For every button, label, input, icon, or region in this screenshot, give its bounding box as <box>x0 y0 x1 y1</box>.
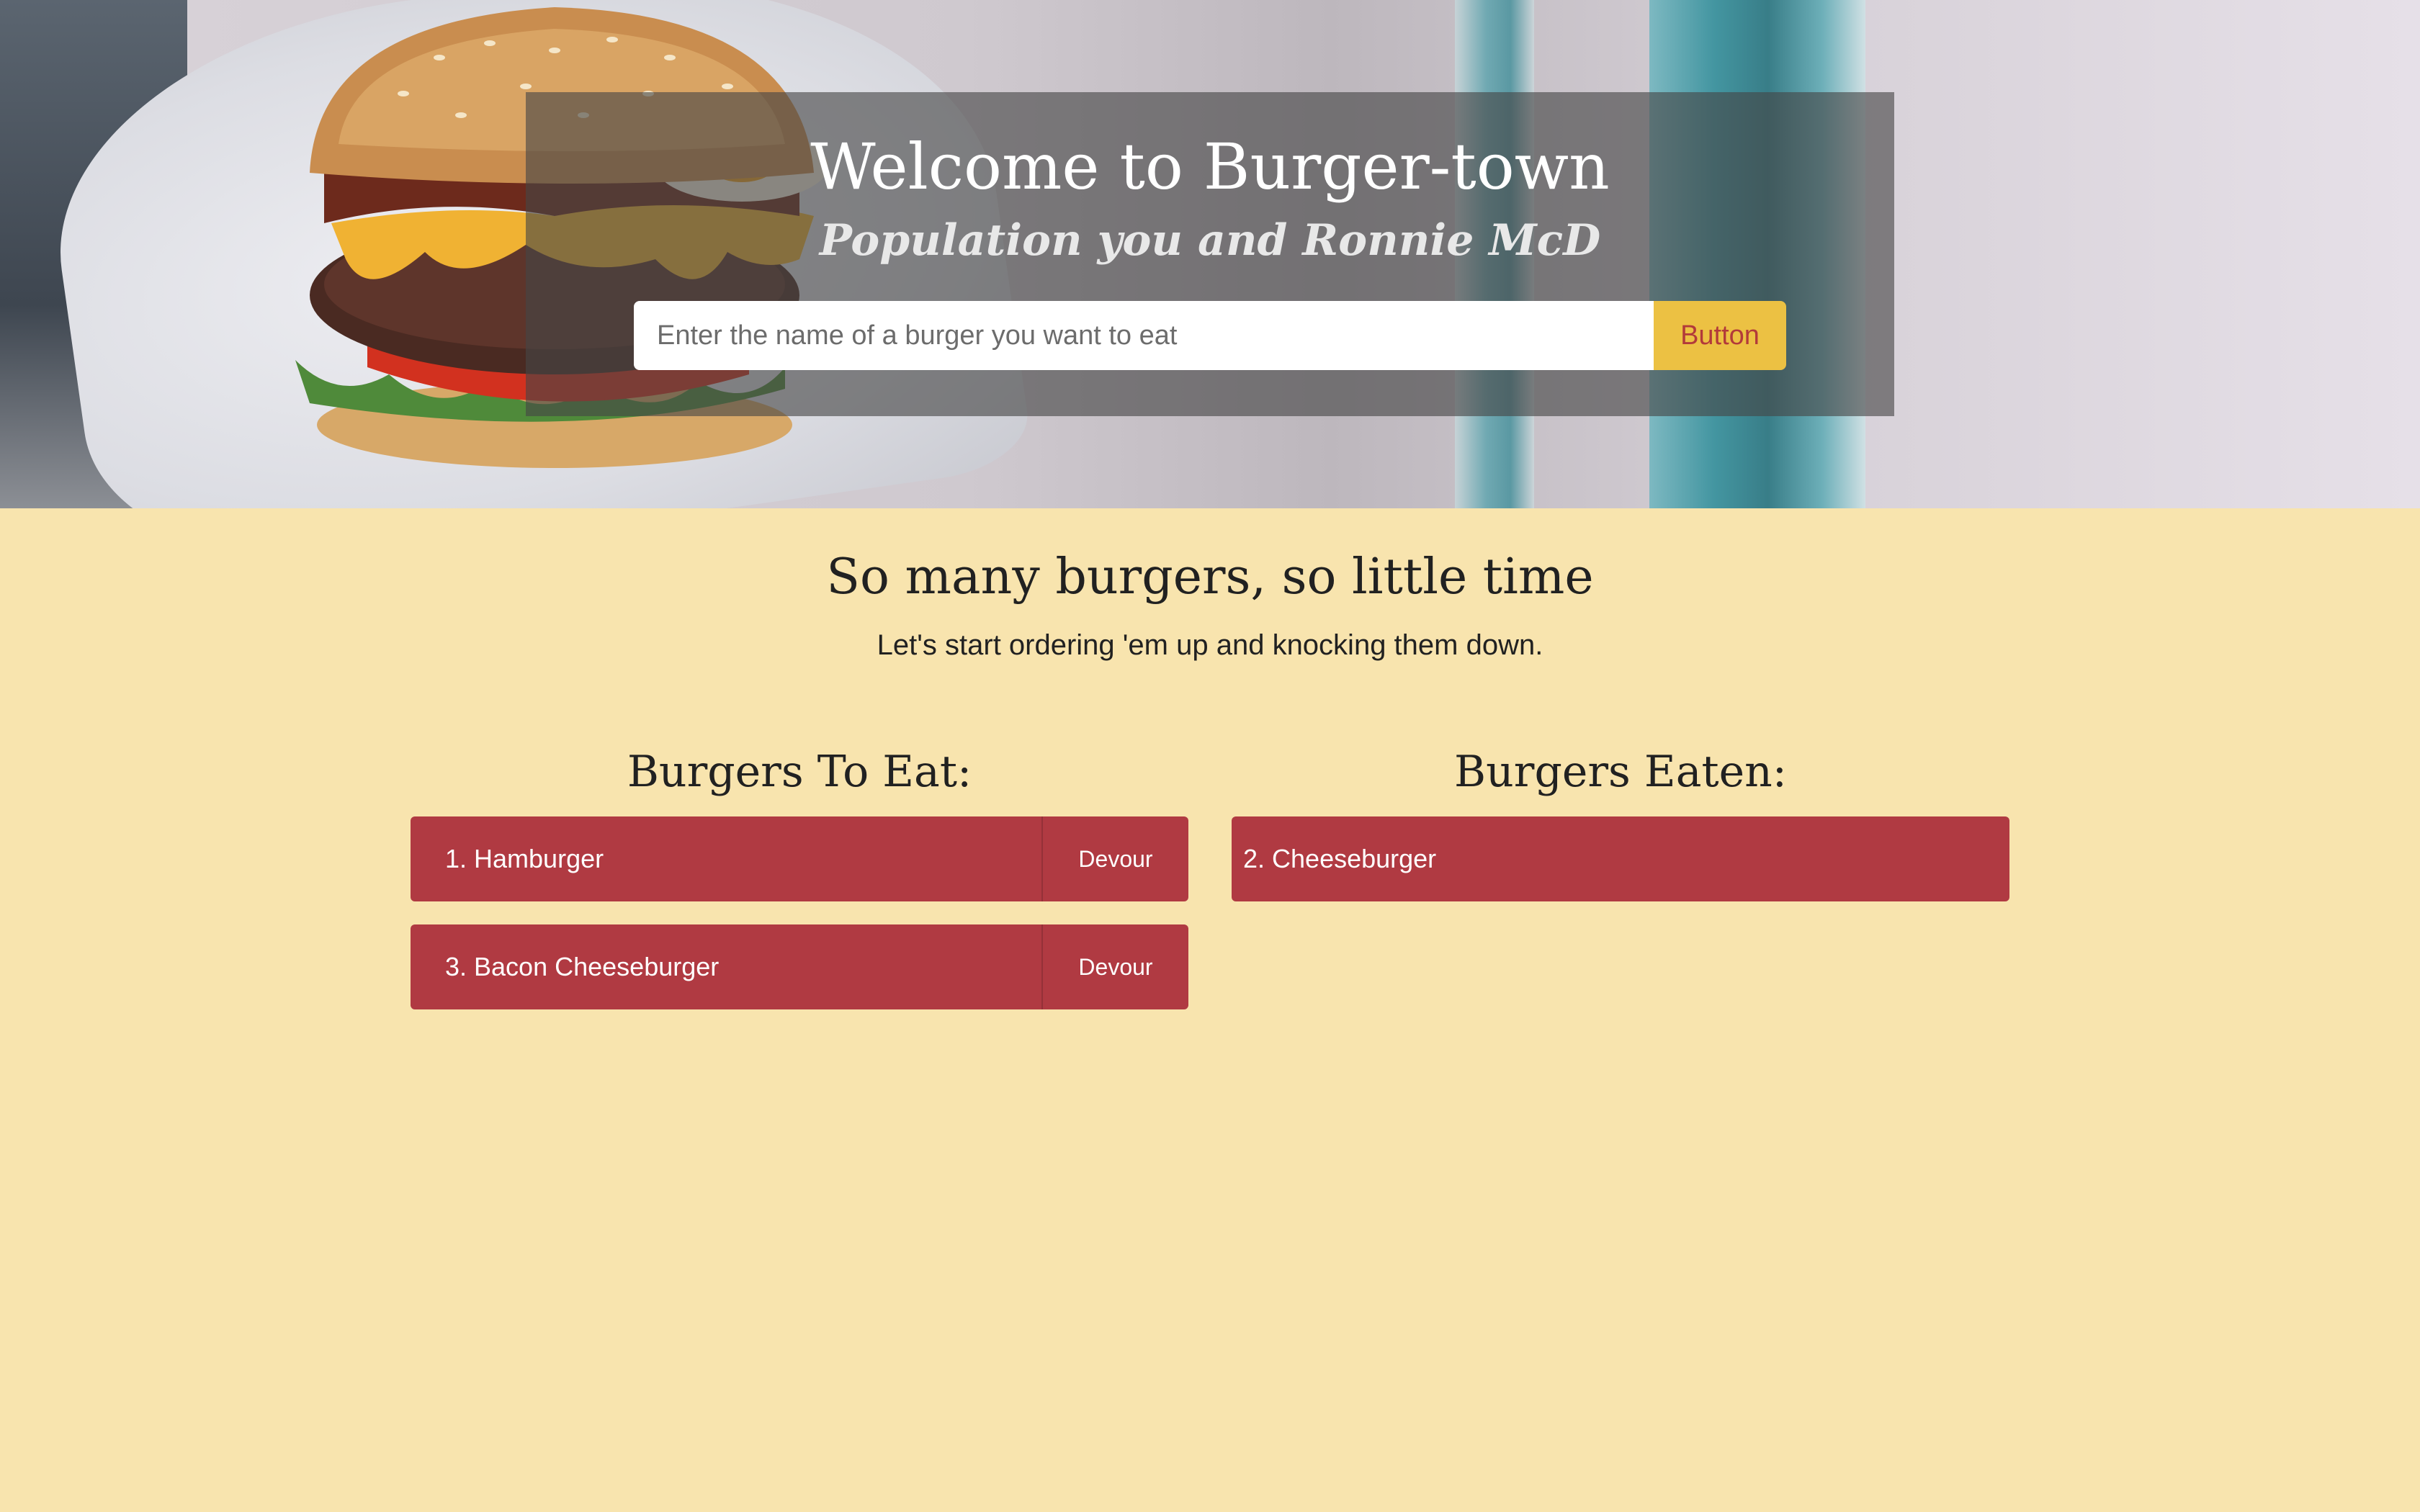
burgers-eaten-section: Burgers Eaten: 2. Cheeseburger <box>1232 744 2009 924</box>
burger-name-input[interactable] <box>634 301 1654 370</box>
burgers-to-eat-section: Burgers To Eat: 1. Hamburger Devour 3. B… <box>411 744 1188 1032</box>
hero-overlay-panel: Welcome to Burger-town Population you an… <box>526 92 1894 416</box>
burger-name: 1. Hamburger <box>445 844 604 873</box>
burger-to-eat-item: 3. Bacon Cheeseburger Devour <box>411 924 1188 1009</box>
burger-to-eat-item: 1. Hamburger Devour <box>411 816 1188 901</box>
burger-eaten-item: 2. Cheeseburger <box>1232 816 2009 901</box>
burgers-to-eat-list: 1. Hamburger Devour 3. Bacon Cheeseburge… <box>411 816 1188 1009</box>
burger-name: 2. Cheeseburger <box>1243 844 1437 873</box>
add-burger-button[interactable]: Button <box>1654 301 1786 370</box>
hero-banner: Welcome to Burger-town Population you an… <box>0 0 2420 508</box>
devour-button[interactable]: Devour <box>1041 924 1188 1009</box>
devour-button[interactable]: Devour <box>1041 816 1188 901</box>
burgers-eaten-list: 2. Cheeseburger <box>1232 816 2009 901</box>
hero-subtitle: Population you and Ronnie McD <box>819 215 1601 266</box>
main-heading: So many burgers, so little time <box>826 549 1594 606</box>
add-burger-form: Button <box>634 301 1786 370</box>
hero-title: Welcome to Burger-town <box>810 130 1610 204</box>
burger-name: 3. Bacon Cheeseburger <box>445 952 720 981</box>
main-subheading: Let's start ordering 'em up and knocking… <box>877 629 1543 661</box>
burgers-to-eat-title: Burgers To Eat: <box>627 747 972 797</box>
burgers-eaten-title: Burgers Eaten: <box>1454 747 1787 797</box>
